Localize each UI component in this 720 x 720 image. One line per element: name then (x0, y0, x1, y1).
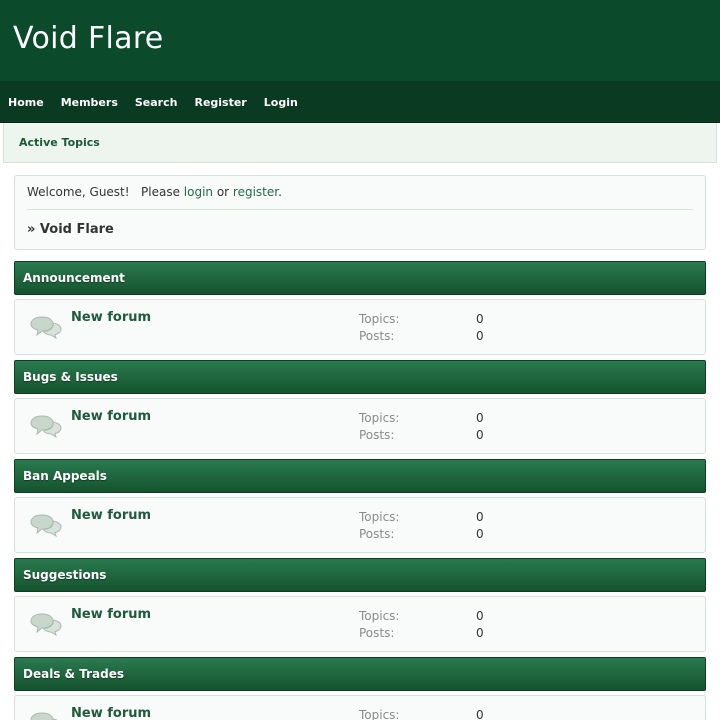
forum-name-link[interactable]: New forum (71, 310, 151, 325)
active-topics-link[interactable]: Active Topics (19, 136, 100, 149)
breadcrumb[interactable]: » Void Flare (27, 222, 693, 237)
site-title[interactable]: Void Flare (13, 21, 164, 56)
forum-row: New forum Topics: 0 Posts: 0 (14, 497, 706, 553)
category-section: Suggestions New forum Topics: 0 Posts: 0 (14, 558, 706, 652)
main-content: Welcome, Guest! Please login or register… (0, 163, 720, 720)
forum-chat-icon (30, 316, 62, 340)
nav-login[interactable]: Login (264, 96, 298, 109)
nav-home[interactable]: Home (8, 96, 44, 109)
topics-count: 0 (476, 312, 484, 326)
forum-chat-icon (30, 415, 62, 439)
forum-row: New forum Topics: 0 Posts: 0 (14, 596, 706, 652)
welcome-message: Welcome, Guest! Please login or register… (27, 185, 693, 210)
posts-label: Posts: (359, 428, 395, 442)
topics-count: 0 (476, 609, 484, 623)
login-link[interactable]: login (184, 185, 213, 199)
topics-label: Topics: (359, 312, 400, 326)
category-section: Deals & Trades New forum Topics: 0 Posts… (14, 657, 706, 720)
forum-chat-icon (30, 514, 62, 538)
forum-row: New forum Topics: 0 Posts: 0 (14, 695, 706, 720)
welcome-or: or (213, 185, 233, 199)
topics-label: Topics: (359, 708, 400, 720)
category-section: Announcement New forum Topics: 0 Posts: … (14, 261, 706, 355)
site-header: Void Flare (0, 0, 720, 82)
posts-count: 0 (476, 626, 484, 640)
welcome-suffix: . (278, 185, 282, 199)
posts-count: 0 (476, 428, 484, 442)
topics-count: 0 (476, 411, 484, 425)
posts-count: 0 (476, 329, 484, 343)
category-section: Bugs & Issues New forum Topics: 0 Posts:… (14, 360, 706, 454)
nav-bar: Home Members Search Register Login (0, 82, 720, 123)
nav-register[interactable]: Register (194, 96, 246, 109)
category-header[interactable]: Bugs & Issues (14, 360, 706, 394)
nav-members[interactable]: Members (61, 96, 118, 109)
nav-search[interactable]: Search (135, 96, 178, 109)
category-header[interactable]: Suggestions (14, 558, 706, 592)
register-link[interactable]: register (233, 185, 278, 199)
welcome-box: Welcome, Guest! Please login or register… (14, 175, 706, 250)
category-header[interactable]: Announcement (14, 261, 706, 295)
topics-label: Topics: (359, 609, 400, 623)
forum-name-link[interactable]: New forum (71, 409, 151, 424)
forum-name-link[interactable]: New forum (71, 508, 151, 523)
forum-name-link[interactable]: New forum (71, 607, 151, 622)
category-header[interactable]: Ban Appeals (14, 459, 706, 493)
category-section: Ban Appeals New forum Topics: 0 Posts: 0 (14, 459, 706, 553)
forum-row: New forum Topics: 0 Posts: 0 (14, 398, 706, 454)
forum-chat-icon (30, 613, 62, 637)
posts-label: Posts: (359, 527, 395, 541)
topics-label: Topics: (359, 411, 400, 425)
forum-chat-icon (30, 712, 58, 720)
forum-name-link[interactable]: New forum (71, 706, 151, 720)
topics-count: 0 (476, 708, 484, 720)
posts-label: Posts: (359, 626, 395, 640)
welcome-prefix: Welcome, Guest! Please (27, 185, 184, 199)
topics-count: 0 (476, 510, 484, 524)
posts-count: 0 (476, 527, 484, 541)
forum-row: New forum Topics: 0 Posts: 0 (14, 299, 706, 355)
sub-bar: Active Topics (3, 123, 717, 163)
topics-label: Topics: (359, 510, 400, 524)
category-header[interactable]: Deals & Trades (14, 657, 706, 691)
posts-label: Posts: (359, 329, 395, 343)
